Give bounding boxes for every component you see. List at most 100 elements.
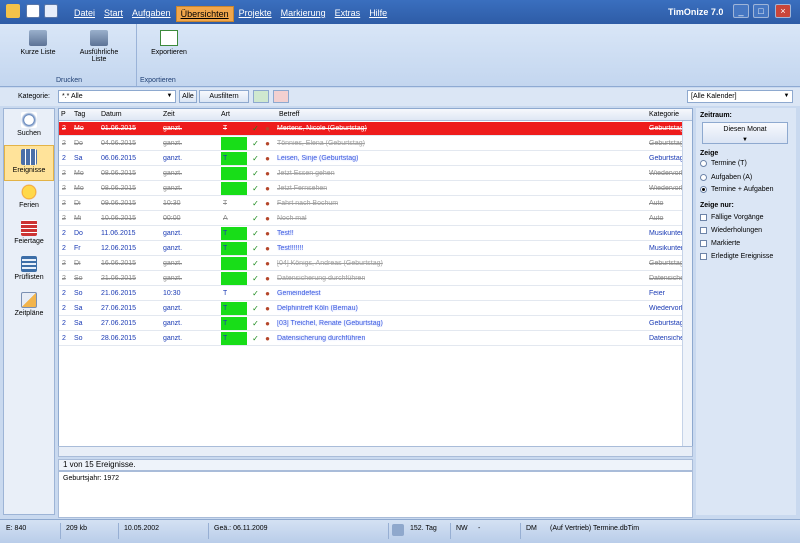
horizontal-scrollbar[interactable] — [58, 446, 693, 457]
schedule-icon — [21, 292, 37, 308]
cell-datum: 01.06.2015 — [101, 125, 137, 132]
notes-area[interactable]: Geburtsjahr: 1972 — [58, 471, 693, 518]
radio-termine[interactable]: Termine (T) — [700, 160, 747, 167]
kategorie-select[interactable]: *.* Alle ▼ — [58, 90, 176, 103]
event-type-icon: ● — [265, 214, 270, 223]
status-e: E: 840 — [6, 525, 27, 532]
app-title: TimOnize 7.0 — [668, 7, 724, 17]
col-header-kategorie[interactable]: Kategorie — [649, 111, 679, 118]
cell-betreff: Leisen, Sinje (Geburtstag) — [277, 155, 359, 162]
calendar-check-icon[interactable] — [253, 90, 269, 103]
cell-datum: 21.06.2015 — [101, 290, 137, 297]
check-markierte[interactable]: Markierte — [700, 240, 740, 247]
status-separator — [388, 523, 389, 539]
table-row[interactable]: 2 Mo 01.06.2015 ganzt. T Mertens, Nicole (Geb… — [59, 122, 692, 136]
cell-p: 2 — [62, 200, 66, 207]
menu-projekte[interactable]: Projekte — [235, 6, 276, 22]
table-row[interactable]: 2 So 21.06.2015 ganzt. Datensicherung durchf… — [59, 272, 692, 286]
status-tag: 152. Tag — [410, 525, 437, 532]
table-row[interactable]: 2 Sa 06.06.2015 ganzt. T Leisen, Sinje (Gebur… — [59, 152, 692, 166]
col-header-zeit[interactable]: Zeit — [163, 111, 175, 118]
menu-uebersichten[interactable]: Übersichten — [175, 6, 234, 22]
check-faellige[interactable]: Fällige Vorgänge — [700, 214, 764, 221]
event-type-icon: ● — [265, 259, 270, 268]
ausfiltern-button[interactable]: Ausfiltern — [199, 90, 249, 103]
table-row[interactable]: 2 So 28.06.2015 ganzt. T Datensicherung durch… — [59, 332, 692, 346]
cell-betreff: Jetzt Fernsehen — [277, 185, 328, 192]
calendar-remove-icon[interactable] — [273, 90, 289, 103]
cell-tag: Di — [74, 200, 81, 207]
table-row[interactable]: 2 Sa 27.06.2015 ganzt. T Delphintreff Köln (B… — [59, 302, 692, 316]
check-erledigte[interactable]: Erledigte Ereignisse — [700, 253, 773, 260]
cell-betreff: Noch mal — [277, 215, 307, 222]
status-check-icon: ✓ — [252, 274, 259, 283]
menu-extras[interactable]: Extras — [331, 6, 365, 22]
left-sidebar: Suchen Ereignisse Ferien Feiertage Prüfl… — [3, 108, 55, 515]
cell-tag: Sa — [74, 155, 83, 162]
exportieren-label: Exportieren — [151, 49, 187, 56]
menu-aufgaben[interactable]: Aufgaben — [128, 6, 175, 22]
sidebar-label: Ereignisse — [12, 167, 46, 174]
zeitraum-button[interactable]: Diesen Monat ▼ — [702, 122, 788, 144]
sidebar-item-zeitplaene[interactable]: Zeitpläne — [4, 289, 54, 325]
art-indicator — [221, 167, 247, 180]
sidebar-item-feiertage[interactable]: Feiertage — [4, 217, 54, 253]
cell-betreff: [04] Königs, Andreas (Geburtstag) — [277, 260, 383, 267]
table-row[interactable]: 2 Mo 08.06.2015 ganzt. Jetzt Essen gehen Wied… — [59, 167, 692, 181]
maximize-button[interactable]: □ — [753, 4, 769, 18]
printer-icon — [90, 30, 108, 46]
sidebar-item-ereignisse[interactable]: Ereignisse — [4, 145, 54, 181]
table-row[interactable]: 2 Di 09.06.2015 10:30 T Fahrt nach Bochum Auto… — [59, 197, 692, 211]
check-wiederholungen[interactable]: Wiederholungen — [700, 227, 762, 234]
kalender-select[interactable]: [Alle Kalender] ▼ — [687, 90, 793, 103]
cell-art: T — [223, 125, 228, 132]
cell-zeit: ganzt. — [163, 335, 183, 342]
menu-datei[interactable]: Datei — [70, 6, 99, 22]
menu-hilfe[interactable]: Hilfe — [365, 6, 391, 22]
exportieren-button[interactable]: Exportieren — [146, 30, 192, 56]
filter-bar: Kategorie: *.* Alle ▼ Alle Ausfiltern [A… — [0, 88, 800, 106]
close-button[interactable]: × — [775, 4, 791, 18]
table-row[interactable]: 2 Mo 08.06.2015 ganzt. Jetzt Fernsehen Wieder… — [59, 182, 692, 196]
minimize-button[interactable]: _ — [733, 4, 749, 18]
col-header-p[interactable]: P — [61, 111, 66, 118]
cell-tag: Sa — [74, 320, 83, 327]
cell-zeit: ganzt. — [163, 305, 183, 312]
cell-betreff: Gemeindefest — [277, 290, 321, 297]
status-check-icon: ✓ — [252, 319, 259, 328]
table-row[interactable]: 2 Sa 27.06.2015 ganzt. T [03] Treichel, Renat… — [59, 317, 692, 331]
cell-p: 2 — [62, 125, 66, 132]
cell-datum: 16.06.2015 — [101, 260, 137, 267]
event-type-icon: ● — [265, 184, 270, 193]
menu-start[interactable]: Start — [100, 6, 127, 22]
radio-termine-aufgaben[interactable]: Termine + Aufgaben — [700, 186, 773, 193]
table-row[interactable]: 2 Do 11.06.2015 ganzt. T Test!! Musikunterr...… — [59, 227, 692, 241]
table-row[interactable]: 2 So 21.06.2015 10:30 T Gemeindefest Feier ✓ ● — [59, 287, 692, 301]
kurze-liste-button[interactable]: Kurze Liste — [18, 30, 58, 56]
col-header-betreff[interactable]: Betreff — [279, 111, 300, 118]
col-header-art[interactable]: Art — [221, 111, 230, 118]
ribbon: Kurze Liste Ausführliche Liste Exportier… — [0, 24, 800, 87]
col-header-tag[interactable]: Tag — [74, 111, 85, 118]
col-header-datum[interactable]: Datum — [101, 111, 122, 118]
table-row[interactable]: 2 Mi 10.06.2015 00:00 A Noch mal Auto ✓ ● — [59, 212, 692, 226]
table-row[interactable]: 2 Fr 12.06.2015 ganzt. T Test!!!!!!! Musikunte… — [59, 242, 692, 256]
table-row[interactable]: 2 Do 04.06.2015 ganzt. Tönnies, Elena (Gebur… — [59, 137, 692, 151]
checkbox-label: Wiederholungen — [711, 227, 762, 234]
app-logo-icon[interactable] — [6, 4, 20, 18]
table-row[interactable]: 2 Di 16.06.2015 ganzt. [04] Königs, Andreas … — [59, 257, 692, 271]
cell-betreff: Jetzt Essen gehen — [277, 170, 335, 177]
menu-markierung[interactable]: Markierung — [277, 6, 330, 22]
cell-datum: 27.06.2015 — [101, 320, 137, 327]
vertical-scrollbar[interactable] — [682, 121, 692, 446]
checkbox-icon — [700, 214, 707, 221]
cell-zeit: ganzt. — [163, 155, 183, 162]
sidebar-item-prueflisten[interactable]: Prüflisten — [4, 253, 54, 289]
save-icon[interactable] — [26, 4, 40, 18]
alle-button[interactable]: Alle — [179, 90, 197, 103]
print-icon[interactable] — [44, 4, 58, 18]
sidebar-item-ferien[interactable]: Ferien — [4, 181, 54, 217]
ausfuehrliche-liste-button[interactable]: Ausführliche Liste — [74, 30, 124, 63]
radio-aufgaben[interactable]: Aufgaben (A) — [700, 174, 752, 181]
sidebar-item-suchen[interactable]: Suchen — [4, 109, 54, 145]
